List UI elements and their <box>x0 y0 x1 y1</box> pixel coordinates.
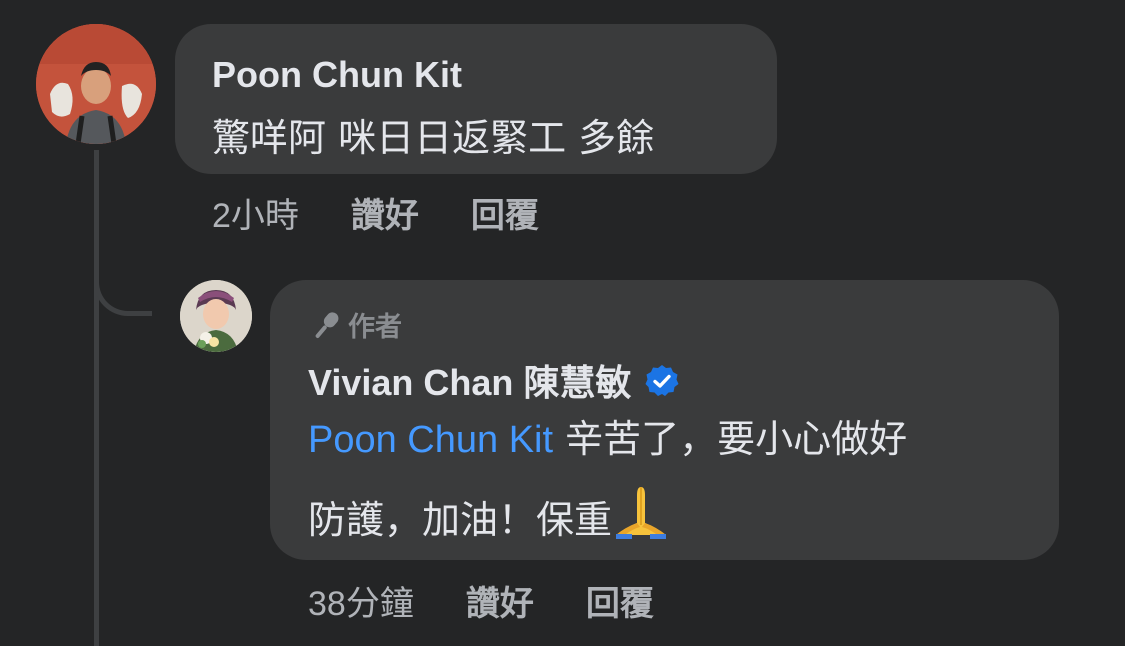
reply-author-line: Vivian Chan 陳慧敏 <box>308 354 679 407</box>
reply-button[interactable]: 回覆 <box>586 576 654 625</box>
reply-text-2: 防護，加油！保重 <box>308 498 613 542</box>
mention-link[interactable]: Poon Chun Kit <box>308 419 553 461</box>
folded-hands-emoji <box>612 483 670 548</box>
avatar[interactable] <box>180 280 252 352</box>
reply-text-line-2: 防護，加油！保重 <box>308 483 670 548</box>
thread-branch-line <box>94 150 152 316</box>
reply-meta: 38分鐘 讚好 回覆 <box>308 576 654 625</box>
like-button[interactable]: 讚好 <box>351 188 419 237</box>
comment-thread: Poon Chun Kit 驚咩阿 咪日日返緊工 多餘 2小時 讚好 回覆 作者… <box>0 0 1125 646</box>
comment-author-name[interactable]: Poon Chun Kit <box>212 54 462 96</box>
comment-meta: 2小時 讚好 回覆 <box>212 188 539 237</box>
reply-timestamp[interactable]: 38分鐘 <box>308 576 414 625</box>
comment-text: 驚咩阿 咪日日返緊工 多餘 <box>212 116 655 160</box>
reply-button[interactable]: 回覆 <box>471 188 539 237</box>
verified-badge-icon <box>645 364 679 407</box>
avatar[interactable] <box>36 24 156 144</box>
reply-author-name[interactable]: Vivian Chan 陳慧敏 <box>308 362 631 403</box>
reply-bubble: 作者 Vivian Chan 陳慧敏 Poon Chun Kit 辛苦了，要小心… <box>270 280 1059 560</box>
author-badge: 作者 <box>308 305 402 344</box>
reply-text-1: 辛苦了，要小心做好 <box>553 417 908 461</box>
like-button[interactable]: 讚好 <box>466 576 534 625</box>
reply-text-line-1: Poon Chun Kit 辛苦了，要小心做好 <box>308 408 907 463</box>
microphone-icon <box>308 309 348 341</box>
comment-timestamp[interactable]: 2小時 <box>212 188 299 237</box>
comment-bubble: Poon Chun Kit 驚咩阿 咪日日返緊工 多餘 <box>175 24 777 174</box>
author-badge-label: 作者 <box>348 312 402 343</box>
